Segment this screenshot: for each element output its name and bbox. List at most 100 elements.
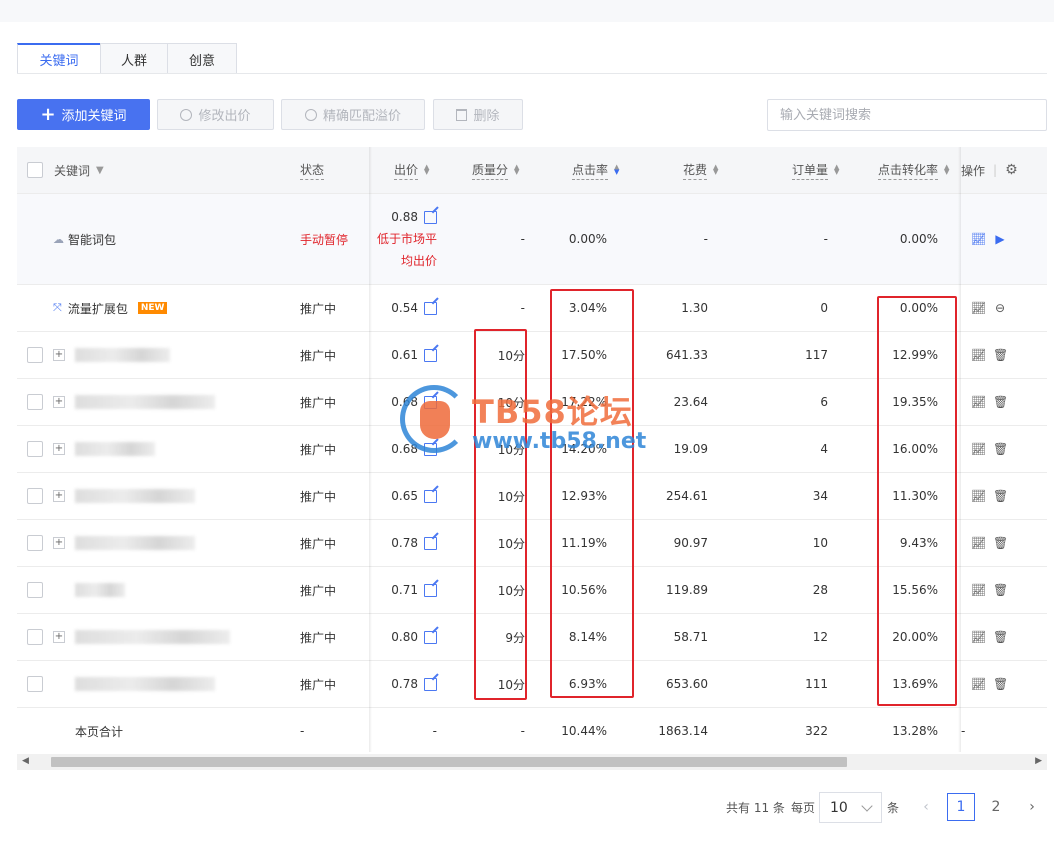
trash-icon[interactable]: 🗑︎ <box>993 442 1008 456</box>
next-page-button[interactable]: › <box>1022 793 1042 821</box>
trend-chart-icon[interactable]: 📈︎ <box>971 630 986 644</box>
edit-icon[interactable] <box>424 536 437 550</box>
row-checkbox[interactable]: + <box>27 473 195 519</box>
totals-status: - <box>300 724 305 738</box>
expand-row-icon[interactable]: + <box>53 396 65 408</box>
status-cell: 推广中 <box>300 630 337 645</box>
header-orders[interactable]: 订单量 ▲ ▼ <box>792 147 839 193</box>
cvr-cell: 13.69% <box>892 677 938 691</box>
edit-icon[interactable] <box>424 630 437 644</box>
row-checkbox[interactable]: + <box>27 332 170 378</box>
sort-icon[interactable]: ▲ ▼ <box>834 164 839 176</box>
scroll-right-icon[interactable]: ▶ <box>1035 756 1042 766</box>
top-bar <box>0 0 1054 22</box>
tab-bar: 关键词 人群 创意 <box>17 43 237 74</box>
cost-cell: 119.89 <box>666 583 708 597</box>
edit-icon[interactable] <box>424 348 437 362</box>
add-keyword-button[interactable]: + 添加关键词 <box>17 99 150 130</box>
header-keyword[interactable]: 关键词 ▼ <box>54 147 104 193</box>
delete-button[interactable]: 删除 <box>433 99 523 130</box>
expand-row-icon[interactable]: + <box>53 349 65 361</box>
edit-icon[interactable] <box>424 489 437 503</box>
cloud-icon: ☁ <box>53 232 64 246</box>
page-2-button[interactable]: 2 <box>986 793 1006 821</box>
ops-cell: 📈︎ 🗑︎ <box>971 567 1015 613</box>
header-cost[interactable]: 花费 ▲ ▼ <box>683 147 718 193</box>
sort-icon[interactable]: ▲ ▼ <box>614 164 619 176</box>
page-1-button[interactable]: 1 <box>947 793 975 821</box>
row-checkbox[interactable]: + <box>27 614 230 660</box>
trend-chart-icon[interactable]: 📈︎ <box>971 442 986 456</box>
page-size-select[interactable]: 10 <box>819 792 882 823</box>
totals-cost: 1863.14 <box>658 724 708 738</box>
edit-icon[interactable] <box>424 583 437 597</box>
edit-icon[interactable] <box>424 395 437 409</box>
tab-audience[interactable]: 人群 <box>100 43 168 74</box>
row-checkbox[interactable]: + <box>27 520 195 566</box>
sort-icon[interactable]: ▲ ▼ <box>514 164 519 176</box>
tab-creative[interactable]: 创意 <box>167 43 237 74</box>
filter-icon[interactable]: ▼ <box>96 165 104 176</box>
expand-row-icon[interactable]: + <box>53 537 65 549</box>
keyword-text-redacted <box>75 489 195 503</box>
bid-cell: 0.61 <box>367 332 437 378</box>
sort-icon[interactable]: ▲ ▼ <box>944 164 949 176</box>
scroll-left-icon[interactable]: ◀ <box>22 756 29 766</box>
ctr-cell: 3.04% <box>568 301 607 315</box>
edit-icon[interactable] <box>424 301 437 315</box>
trend-chart-icon[interactable]: 📈︎ <box>971 232 986 246</box>
bid-cell: 0.71 <box>367 567 437 613</box>
keyword-text-redacted <box>75 583 125 597</box>
chevron-down-icon <box>861 800 873 812</box>
settings-gear-icon[interactable]: ⚙ <box>1005 162 1018 178</box>
trash-icon[interactable]: 🗑︎ <box>993 677 1008 691</box>
select-all-checkbox[interactable] <box>27 147 43 193</box>
trend-chart-icon[interactable]: 📈︎ <box>971 536 986 550</box>
bid-cell: 0.68 <box>367 379 437 425</box>
edit-icon[interactable] <box>424 677 437 691</box>
trash-icon[interactable]: 🗑︎ <box>993 630 1008 644</box>
sort-icon[interactable]: ▲ ▼ <box>424 164 429 176</box>
sort-icon[interactable]: ▲ ▼ <box>713 164 718 176</box>
bid-value: 0.71 <box>391 583 418 597</box>
prev-page-button[interactable]: ‹ <box>916 793 936 821</box>
trash-icon[interactable]: 🗑︎ <box>993 536 1008 550</box>
trend-chart-icon[interactable]: 📈︎ <box>971 301 986 315</box>
tab-keywords[interactable]: 关键词 <box>17 43 101 74</box>
expand-row-icon[interactable]: + <box>53 631 65 643</box>
trend-chart-icon[interactable]: 📈︎ <box>971 583 986 597</box>
play-circle-icon[interactable]: ▶ <box>993 232 1007 246</box>
trend-chart-icon[interactable]: 📈︎ <box>971 395 986 409</box>
trash-icon[interactable]: 🗑︎ <box>993 395 1008 409</box>
header-quality[interactable]: 质量分 ▲ ▼ <box>472 147 519 193</box>
minus-circle-icon[interactable]: ⊖ <box>993 301 1007 315</box>
row-checkbox[interactable]: + <box>27 379 215 425</box>
edit-icon[interactable] <box>424 442 437 456</box>
new-badge: NEW <box>137 302 168 314</box>
exact-match-premium-button[interactable]: 精确匹配溢价 <box>281 99 425 130</box>
ops-cell: 📈︎ 🗑︎ <box>971 332 1015 378</box>
row-checkbox[interactable]: + <box>27 426 155 472</box>
trend-chart-icon[interactable]: 📈︎ <box>971 489 986 503</box>
trend-chart-icon[interactable]: 📈︎ <box>971 677 986 691</box>
row-checkbox[interactable] <box>27 567 125 613</box>
scrollbar-thumb[interactable] <box>51 757 847 767</box>
modify-bid-button[interactable]: 修改出价 <box>157 99 274 130</box>
header-ctr[interactable]: 点击率 ▲ ▼ <box>572 147 619 193</box>
expand-row-icon[interactable]: + <box>53 490 65 502</box>
header-cvr[interactable]: 点击转化率 ▲ ▼ <box>878 147 949 193</box>
pagination-total: 共有 11 条 <box>726 792 785 822</box>
horizontal-scrollbar[interactable]: ◀ ▶ <box>17 754 1047 770</box>
keyword-search-input[interactable] <box>767 99 1047 131</box>
bid-cell: 0.80 <box>367 614 437 660</box>
trash-icon[interactable]: 🗑︎ <box>993 348 1008 362</box>
edit-icon[interactable] <box>424 210 437 224</box>
trend-chart-icon[interactable]: 📈︎ <box>971 348 986 362</box>
row-checkbox[interactable] <box>27 661 215 707</box>
trash-icon[interactable]: 🗑︎ <box>993 489 1008 503</box>
totals-orders: 322 <box>805 724 828 738</box>
header-bid[interactable]: 出价 ▲ ▼ <box>394 147 429 193</box>
yen-icon <box>180 108 193 121</box>
expand-row-icon[interactable]: + <box>53 443 65 455</box>
trash-icon[interactable]: 🗑︎ <box>993 583 1008 597</box>
